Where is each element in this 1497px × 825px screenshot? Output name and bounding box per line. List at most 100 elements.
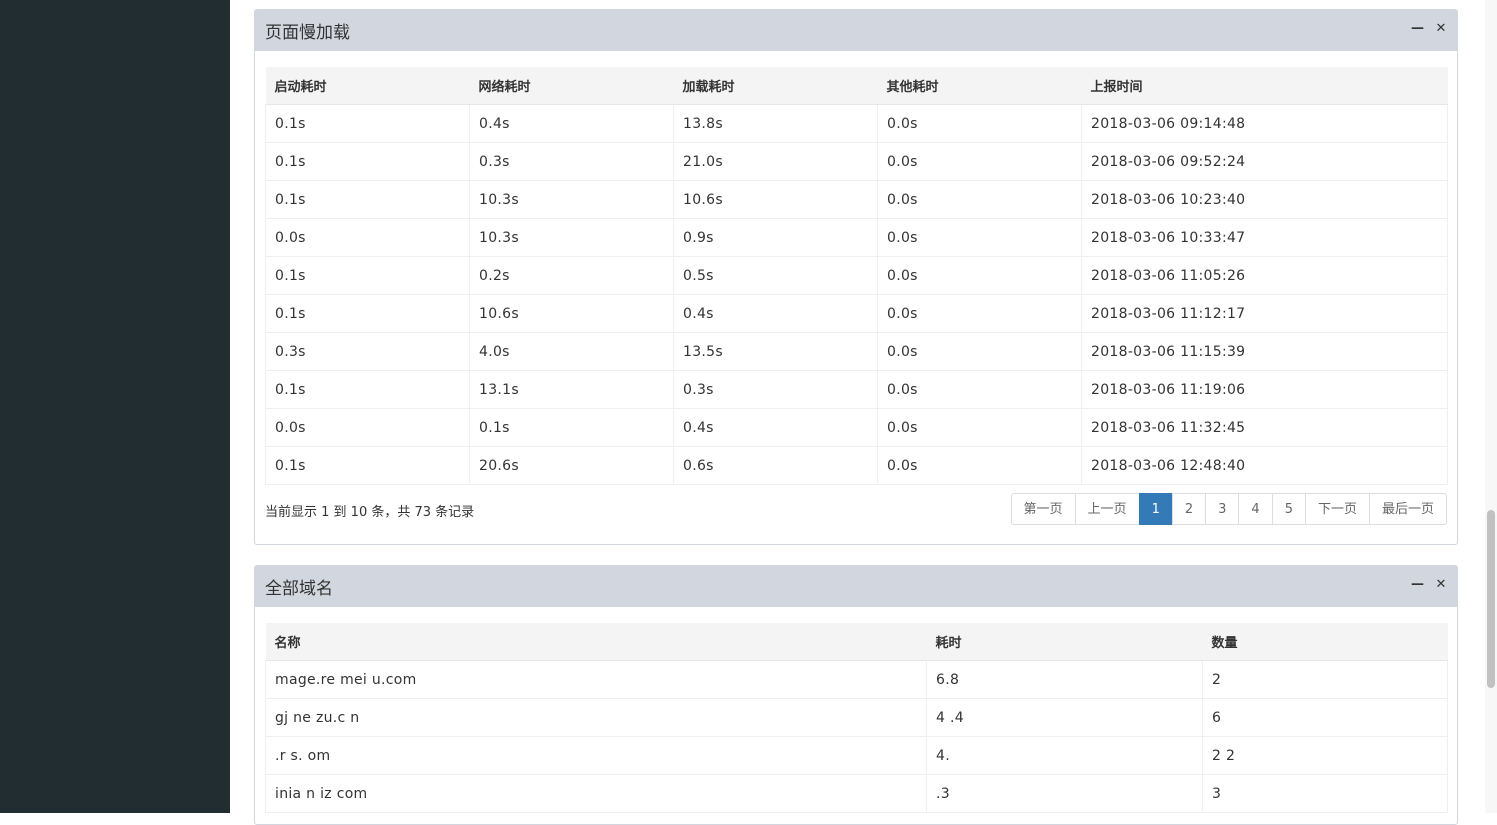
all-domains-panel: 全部域名 — ✕ 名称 耗时 数量 mage.re mei u.com 6.8 … xyxy=(254,565,1458,825)
table-cell: 0.4s xyxy=(673,294,878,333)
table-cell: 0.1s xyxy=(469,408,674,447)
table-row: inia n iz com .3 3 xyxy=(265,774,1448,813)
column-header[interactable]: 数量 xyxy=(1202,623,1448,661)
table-cell: 2018-03-06 11:19:06 xyxy=(1081,370,1448,409)
table-cell: 0.3s xyxy=(469,142,674,181)
table-cell: 21.0s xyxy=(673,142,878,181)
slow-load-title: 页面慢加载 xyxy=(265,23,350,43)
column-header[interactable]: 启动耗时 xyxy=(265,67,470,105)
table-cell: 10.3s xyxy=(469,218,674,257)
table-cell: 0.1s xyxy=(265,256,470,295)
column-header[interactable]: 耗时 xyxy=(926,623,1203,661)
pagination: 第一页 上一页 1 2 3 4 5 下一页 最后一页 xyxy=(1010,493,1447,525)
domains-table: 名称 耗时 数量 mage.re mei u.com 6.8 2 gj ne z… xyxy=(265,623,1448,813)
table-header-row: 启动耗时 网络耗时 加载耗时 其他耗时 上报时间 xyxy=(265,67,1448,105)
table-row: 0.1s 10.6s 0.4s 0.0s 2018-03-06 11:12:17 xyxy=(265,294,1448,333)
table-cell: 0.0s xyxy=(877,446,1082,485)
table-cell: 2018-03-06 11:15:39 xyxy=(1081,332,1448,371)
table-cell: 2 2 xyxy=(1202,736,1448,775)
table-cell: 0.0s xyxy=(877,408,1082,447)
table-cell: 0.3s xyxy=(265,332,470,371)
scrollbar-thumb[interactable] xyxy=(1487,510,1495,688)
record-info: 当前显示 1 到 10 条，共 73 条记录 xyxy=(265,505,475,520)
page-scrollbar[interactable] xyxy=(1485,0,1497,813)
table-cell: 4. xyxy=(926,736,1203,775)
table-row: 0.1s 0.2s 0.5s 0.0s 2018-03-06 11:05:26 xyxy=(265,256,1448,295)
first-page-button[interactable]: 第一页 xyxy=(1010,493,1076,525)
table-cell: mage.re mei u.com xyxy=(265,660,927,699)
table-cell: .3 xyxy=(926,774,1203,813)
close-icon[interactable]: ✕ xyxy=(1435,20,1447,38)
table-cell: 0.0s xyxy=(265,218,470,257)
table-cell: 2018-03-06 10:33:47 xyxy=(1081,218,1448,257)
table-cell: inia n iz com xyxy=(265,774,927,813)
table-cell: 0.0s xyxy=(877,370,1082,409)
table-cell: 0.1s xyxy=(265,370,470,409)
table-cell: 0.0s xyxy=(877,256,1082,295)
table-cell: 0.1s xyxy=(265,446,470,485)
minus-icon[interactable]: — xyxy=(1411,20,1424,38)
table-row: 0.3s 4.0s 13.5s 0.0s 2018-03-06 11:15:39 xyxy=(265,332,1448,371)
page-button-3[interactable]: 3 xyxy=(1205,493,1240,525)
table-cell: 2 xyxy=(1202,660,1448,699)
table-cell: 0.2s xyxy=(469,256,674,295)
page-button-4[interactable]: 4 xyxy=(1238,493,1273,525)
table-cell: 0.0s xyxy=(265,408,470,447)
table-cell: 10.6s xyxy=(673,180,878,219)
table-row: 0.1s 0.4s 13.8s 0.0s 2018-03-06 09:14:48 xyxy=(265,104,1448,143)
table-cell: 2018-03-06 09:14:48 xyxy=(1081,104,1448,143)
table-row: 0.1s 0.3s 21.0s 0.0s 2018-03-06 09:52:24 xyxy=(265,142,1448,181)
table-row: 0.1s 20.6s 0.6s 0.0s 2018-03-06 12:48:40 xyxy=(265,446,1448,485)
page-button-1[interactable]: 1 xyxy=(1138,493,1173,525)
last-page-button[interactable]: 最后一页 xyxy=(1368,493,1447,525)
table-cell: 10.3s xyxy=(469,180,674,219)
table-cell: 0.5s xyxy=(673,256,878,295)
main-content: 页面慢加载 — ✕ 启动耗时 网络耗时 加载耗时 其他耗时 上报时间 0.1s … xyxy=(230,0,1485,825)
table-header-row: 名称 耗时 数量 xyxy=(265,623,1448,661)
table-cell: 6 xyxy=(1202,698,1448,737)
table-cell: 10.6s xyxy=(469,294,674,333)
table-cell: 0.0s xyxy=(877,142,1082,181)
table-row: 0.1s 13.1s 0.3s 0.0s 2018-03-06 11:19:06 xyxy=(265,370,1448,409)
column-header[interactable]: 名称 xyxy=(265,623,927,661)
table-cell: 0.4s xyxy=(469,104,674,143)
page-button-2[interactable]: 2 xyxy=(1171,493,1207,525)
page-button-5[interactable]: 5 xyxy=(1271,493,1306,525)
close-icon[interactable]: ✕ xyxy=(1435,576,1447,594)
slow-load-header: 页面慢加载 — ✕ xyxy=(255,10,1457,51)
table-cell: gj ne zu.c n xyxy=(265,698,927,737)
table-cell: 2018-03-06 11:32:45 xyxy=(1081,408,1448,447)
table-row: gj ne zu.c n 4 .4 6 xyxy=(265,698,1448,737)
table-cell: 2018-03-06 09:52:24 xyxy=(1081,142,1448,181)
table-cell: 13.5s xyxy=(673,332,878,371)
table-footer: 当前显示 1 到 10 条，共 73 条记录 第一页 上一页 1 2 3 4 5… xyxy=(255,485,1457,543)
table-cell: 0.1s xyxy=(265,180,470,219)
table-cell: 2018-03-06 11:12:17 xyxy=(1081,294,1448,333)
table-row: mage.re mei u.com 6.8 2 xyxy=(265,660,1448,699)
table-cell: 0.4s xyxy=(673,408,878,447)
column-header[interactable]: 上报时间 xyxy=(1081,67,1448,105)
table-row: 0.0s 0.1s 0.4s 0.0s 2018-03-06 11:32:45 xyxy=(265,408,1448,447)
table-cell: .r s. om xyxy=(265,736,927,775)
column-header[interactable]: 加载耗时 xyxy=(673,67,878,105)
table-cell: 13.1s xyxy=(469,370,674,409)
minus-icon[interactable]: — xyxy=(1411,576,1424,594)
table-cell: 6.8 xyxy=(926,660,1203,699)
next-page-button[interactable]: 下一页 xyxy=(1304,493,1370,525)
slow-load-tools: — ✕ xyxy=(1411,20,1447,38)
table-cell: 0.1s xyxy=(265,104,470,143)
all-domains-header: 全部域名 — ✕ xyxy=(255,566,1457,607)
table-cell: 0.0s xyxy=(877,180,1082,219)
column-header[interactable]: 其他耗时 xyxy=(877,67,1082,105)
table-cell: 4 .4 xyxy=(926,698,1203,737)
table-cell: 2018-03-06 12:48:40 xyxy=(1081,446,1448,485)
slow-load-panel: 页面慢加载 — ✕ 启动耗时 网络耗时 加载耗时 其他耗时 上报时间 0.1s … xyxy=(254,9,1458,545)
column-header[interactable]: 网络耗时 xyxy=(469,67,674,105)
prev-page-button[interactable]: 上一页 xyxy=(1074,493,1140,525)
table-cell: 0.0s xyxy=(877,332,1082,371)
all-domains-tools: — ✕ xyxy=(1411,576,1447,594)
table-row: 0.0s 10.3s 0.9s 0.0s 2018-03-06 10:33:47 xyxy=(265,218,1448,257)
table-cell: 3 xyxy=(1202,774,1448,813)
table-cell: 2018-03-06 11:05:26 xyxy=(1081,256,1448,295)
slow-load-table: 启动耗时 网络耗时 加载耗时 其他耗时 上报时间 0.1s 0.4s 13.8s… xyxy=(265,67,1448,485)
